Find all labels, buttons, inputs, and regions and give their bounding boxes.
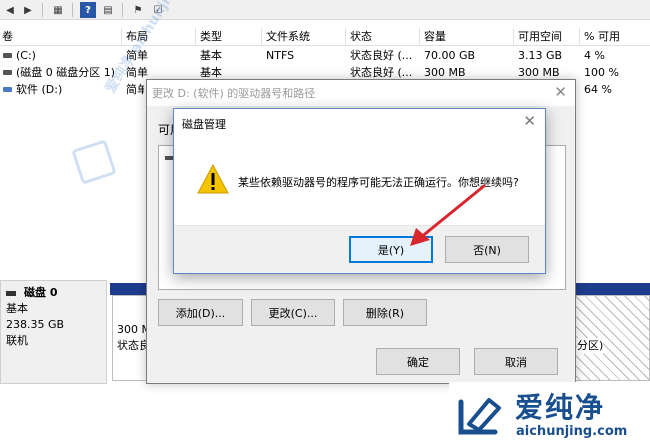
volume-name-cell: (C:) bbox=[0, 47, 122, 64]
ok-button[interactable]: 确定 bbox=[376, 348, 460, 375]
forward-arrow-icon[interactable]: ▶ bbox=[20, 2, 36, 18]
partition-block-3[interactable]: 分区) bbox=[570, 295, 650, 381]
disk-info-panel[interactable]: 磁盘 0 基本 238.35 GB 联机 bbox=[0, 280, 107, 384]
toolbar: ◀ ▶ ▦ ? ▤ ⚑ ☑ bbox=[0, 0, 650, 20]
percent-free-cell: 64 % bbox=[584, 83, 612, 96]
type-cell: 基本 bbox=[200, 49, 222, 62]
watermark-logo-icon bbox=[71, 139, 117, 185]
partition-size: 300 M bbox=[117, 323, 151, 336]
column-header-filesystem[interactable]: 文件系统 bbox=[264, 28, 346, 46]
red-arrow-annotation bbox=[410, 184, 486, 246]
watermark-brand: 爱纯净 aichunjing.com bbox=[449, 382, 649, 446]
filesystem-cell: NTFS bbox=[266, 49, 295, 62]
column-header-status[interactable]: 状态 bbox=[348, 28, 420, 46]
help-icon[interactable]: ? bbox=[80, 2, 96, 18]
brand-logo-icon bbox=[458, 398, 501, 435]
free-space-cell: 3.13 GB bbox=[518, 49, 563, 62]
volume-icon bbox=[3, 87, 12, 92]
delete-button[interactable]: 删除(R) bbox=[343, 299, 427, 326]
properties-icon[interactable]: ▤ bbox=[100, 2, 116, 18]
disk-name: 磁盘 0 bbox=[24, 286, 58, 299]
confirm-message-box: 磁盘管理 ✕ 某些依赖驱动器号的程序可能无法正确运行。你想继续吗? 是(Y) 否… bbox=[173, 108, 546, 274]
column-header-type[interactable]: 类型 bbox=[198, 28, 262, 46]
disk-status: 联机 bbox=[6, 334, 28, 347]
partition-label-tail: 分区) bbox=[577, 338, 604, 354]
add-button[interactable]: 添加(D)... bbox=[158, 299, 243, 326]
toolbar-separator bbox=[122, 3, 123, 17]
percent-free-cell: 4 % bbox=[584, 49, 605, 62]
table-row[interactable]: (C:) 简单 基本 NTFS 状态良好 (... 70.00 GB 3.13 … bbox=[0, 47, 650, 64]
brand-name: 爱纯净 bbox=[515, 391, 606, 424]
volume-table-header: 卷 布局 类型 文件系统 状态 容量 可用空间 % 可用 bbox=[0, 28, 650, 46]
toolbar-separator bbox=[72, 3, 73, 17]
volume-icon bbox=[3, 53, 12, 58]
disk-icon bbox=[6, 290, 16, 296]
change-button[interactable]: 更改(C)... bbox=[251, 299, 335, 326]
capacity-cell: 70.00 GB bbox=[424, 49, 476, 62]
column-header-volume[interactable]: 卷 bbox=[0, 28, 122, 46]
percent-free-cell: 100 % bbox=[584, 66, 619, 79]
back-arrow-icon[interactable]: ◀ bbox=[2, 2, 18, 18]
watermark-diagonal: 爱纯净 aichunjing bbox=[71, 0, 184, 190]
status-cell: 状态良好 (... bbox=[350, 49, 413, 62]
close-icon[interactable]: ✕ bbox=[554, 83, 567, 101]
message-box-title: 磁盘管理 bbox=[182, 118, 226, 131]
cancel-button[interactable]: 取消 bbox=[474, 348, 558, 375]
toolbar-separator bbox=[42, 3, 43, 17]
brand-url: aichunjing.com bbox=[516, 424, 628, 439]
volume-icon bbox=[3, 70, 12, 75]
disk-size: 238.35 GB bbox=[6, 318, 65, 331]
warning-icon bbox=[197, 164, 229, 194]
column-header-free-space[interactable]: 可用空间 bbox=[516, 28, 580, 46]
volume-name: 软件 (D:) bbox=[16, 83, 63, 96]
dialog-title-bar: 更改 D: (软件) 的驱动器号和路径 ✕ bbox=[147, 80, 575, 106]
console-tree-icon[interactable]: ▦ bbox=[50, 2, 66, 18]
partition-status: 状态良 bbox=[117, 339, 150, 352]
dialog-title: 更改 D: (软件) 的驱动器号和路径 bbox=[152, 87, 316, 100]
column-header-percent-free[interactable]: % 可用 bbox=[582, 28, 650, 46]
disk-type: 基本 bbox=[6, 302, 28, 315]
column-header-capacity[interactable]: 容量 bbox=[422, 28, 514, 46]
volume-name: (C:) bbox=[16, 49, 36, 62]
close-icon[interactable]: ✕ bbox=[523, 112, 536, 130]
